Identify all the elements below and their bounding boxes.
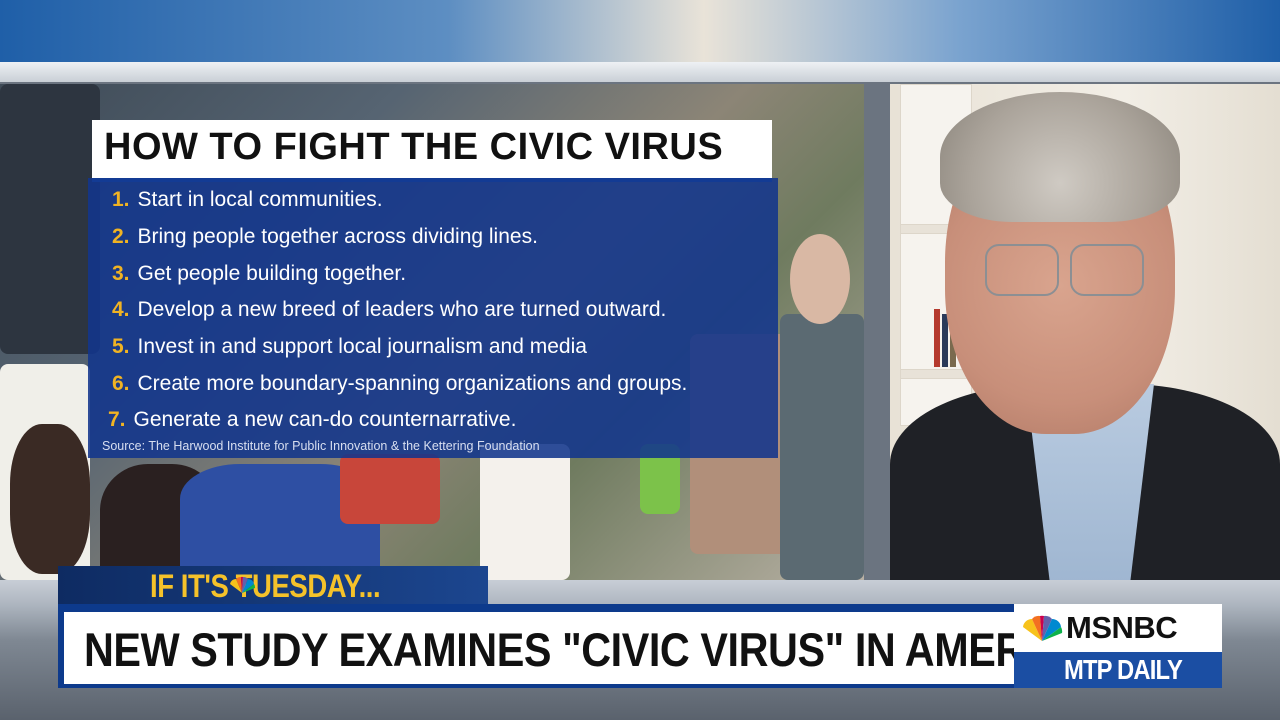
lower-third-headline-bar: NEW STUDY EXAMINES "CIVIC VIRUS" IN AMER… (58, 604, 1222, 688)
top-backdrop-band (0, 0, 1280, 62)
network-logo-panel: MSNBC (1014, 604, 1222, 652)
list-item-text: Generate a new can-do counternarrative. (133, 408, 517, 431)
photo-region (0, 84, 100, 354)
guest-glasses (985, 244, 1059, 296)
graphic-list-panel: 1. Start in local communities. 2. Bring pe… (88, 178, 778, 458)
show-tag-bar: IF IT'S TUESDAY... (58, 566, 488, 606)
list-item: 6. Create more boundary-spanning organiza… (112, 372, 687, 396)
program-name: MTP DAILY (1064, 654, 1183, 685)
list-item: 1. Start in local communities. (112, 188, 383, 212)
list-item-number: 2. (112, 225, 130, 248)
list-item-number: 5. (112, 335, 130, 358)
list-item: 7. Generate a new can-do counternarrative… (108, 408, 516, 432)
list-item-text: Develop a new breed of leaders who are t… (137, 298, 667, 321)
list-item: 2. Bring people together across dividing … (112, 225, 538, 249)
list-item-number: 7. (108, 408, 126, 431)
top-divider-rule (0, 62, 1280, 82)
photo-region (480, 444, 570, 580)
show-tag-text: IF IT'S TUESDAY... (150, 568, 381, 604)
guest-glasses (1070, 244, 1144, 296)
list-item-number: 4. (112, 298, 130, 321)
graphic-source-credit: Source: The Harwood Institute for Public… (102, 439, 540, 453)
list-item-number: 6. (112, 372, 130, 395)
list-item-number: 3. (112, 262, 130, 285)
network-brand-box: MSNBC MTP DAILY (1014, 604, 1222, 688)
list-item-text: Invest in and support local journalism a… (137, 335, 587, 358)
peacock-logo-icon (230, 576, 256, 593)
list-item-text: Start in local communities. (137, 188, 383, 211)
photo-region (780, 314, 864, 580)
list-item-text: Create more boundary-spanning organizati… (137, 372, 688, 395)
list-item-number: 1. (112, 188, 130, 211)
guest-video-panel (890, 84, 1280, 580)
graphic-title-bar: HOW TO FIGHT THE CIVIC VIRUS (92, 120, 772, 182)
headline-text: NEW STUDY EXAMINES "CIVIC VIRUS" IN AMER… (84, 623, 1095, 676)
list-item: 5. Invest in and support local journalism… (112, 335, 587, 359)
list-item-text: Bring people together across dividing li… (137, 225, 538, 248)
graphic-title: HOW TO FIGHT THE CIVIC VIRUS (104, 126, 724, 168)
list-item: 3. Get people building together. (112, 262, 406, 286)
book-spine (934, 309, 940, 367)
civic-virus-graphic: HOW TO FIGHT THE CIVIC VIRUS 1. Start in … (88, 112, 780, 458)
list-item-text: Get people building together. (137, 262, 407, 285)
peacock-logo-icon (1023, 615, 1063, 641)
headline-panel: NEW STUDY EXAMINES "CIVIC VIRUS" IN AMER… (64, 612, 1095, 684)
network-name: MSNBC (1066, 610, 1178, 645)
photo-region (790, 234, 850, 324)
photo-region (10, 424, 90, 574)
list-item: 4. Develop a new breed of leaders who are… (112, 298, 666, 322)
guest-hair (940, 92, 1180, 222)
photo-region (340, 454, 440, 524)
